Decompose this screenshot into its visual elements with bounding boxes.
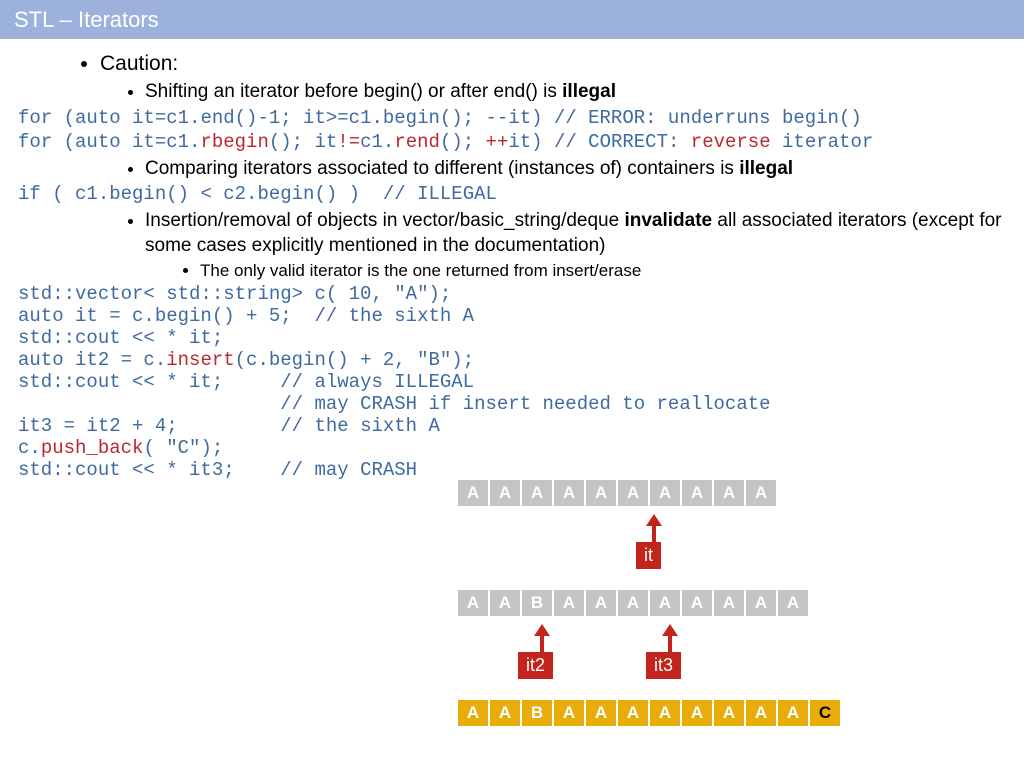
vector-cell: A: [682, 480, 712, 506]
vector-cell: A: [618, 590, 648, 616]
vector-cell: A: [554, 590, 584, 616]
slide-body: Caution: Shifting an iterator before beg…: [0, 40, 1024, 768]
vector-cell: A: [554, 480, 584, 506]
arrow-it2: [532, 624, 552, 654]
code-example-3: if ( c1.begin() < c2.begin() ) // ILLEGA…: [18, 183, 1024, 205]
bullet-valid-iterator: The only valid iterator is the one retur…: [200, 261, 1024, 281]
vector-cell: A: [714, 590, 744, 616]
vector-cell: A: [458, 700, 488, 726]
vector-cell: A: [618, 480, 648, 506]
bullet-comparing: Comparing iterators associated to differ…: [145, 157, 1024, 182]
code-example-1: for (auto it=c1.end()-1; it>=c1.begin();…: [18, 107, 1024, 129]
bullet-invalidate: Insertion/removal of objects in vector/b…: [145, 209, 1024, 258]
vector-cell: A: [490, 480, 520, 506]
vector-cell: A: [586, 700, 616, 726]
vector-cell: A: [618, 700, 648, 726]
vector-cell: A: [778, 700, 808, 726]
vector-cell: A: [746, 700, 776, 726]
vector-cell: A: [714, 480, 744, 506]
iterator-diagram: AAAAAAAAAA it AABAAAAAAAA it2 it3 AABAAA…: [458, 480, 1018, 760]
vector-cell: A: [522, 480, 552, 506]
vector-cell: A: [746, 480, 776, 506]
bullet-caution: Caution:: [100, 52, 1024, 76]
vector-cell: C: [810, 700, 840, 726]
vector-cell: A: [554, 700, 584, 726]
vector-cell: A: [490, 590, 520, 616]
vector-cell: A: [458, 480, 488, 506]
vector-cell: A: [682, 590, 712, 616]
slide-title: STL – Iterators: [0, 0, 1024, 39]
label-it: it: [636, 542, 661, 569]
bullet-shifting: Shifting an iterator before begin() or a…: [145, 80, 1024, 105]
vector-cell: A: [490, 700, 520, 726]
vector-cell: B: [522, 700, 552, 726]
vector-cell: A: [586, 480, 616, 506]
label-it2: it2: [518, 652, 553, 679]
vector-cell: A: [778, 590, 808, 616]
arrow-it3: [660, 624, 680, 654]
code-example-2: for (auto it=c1.rbegin(); it!=c1.rend();…: [18, 131, 1024, 153]
vector-cell: A: [650, 480, 680, 506]
vector-cell: A: [746, 590, 776, 616]
vector-cell: A: [682, 700, 712, 726]
vector-cell: A: [650, 700, 680, 726]
vector-cell: A: [714, 700, 744, 726]
vector-cell: B: [522, 590, 552, 616]
vector-cell: A: [586, 590, 616, 616]
code-example-4: std::vector< std::string> c( 10, "A"); a…: [18, 283, 1024, 481]
vector-cell: A: [650, 590, 680, 616]
label-it3: it3: [646, 652, 681, 679]
arrow-it: [644, 514, 664, 544]
vector-cell: A: [458, 590, 488, 616]
